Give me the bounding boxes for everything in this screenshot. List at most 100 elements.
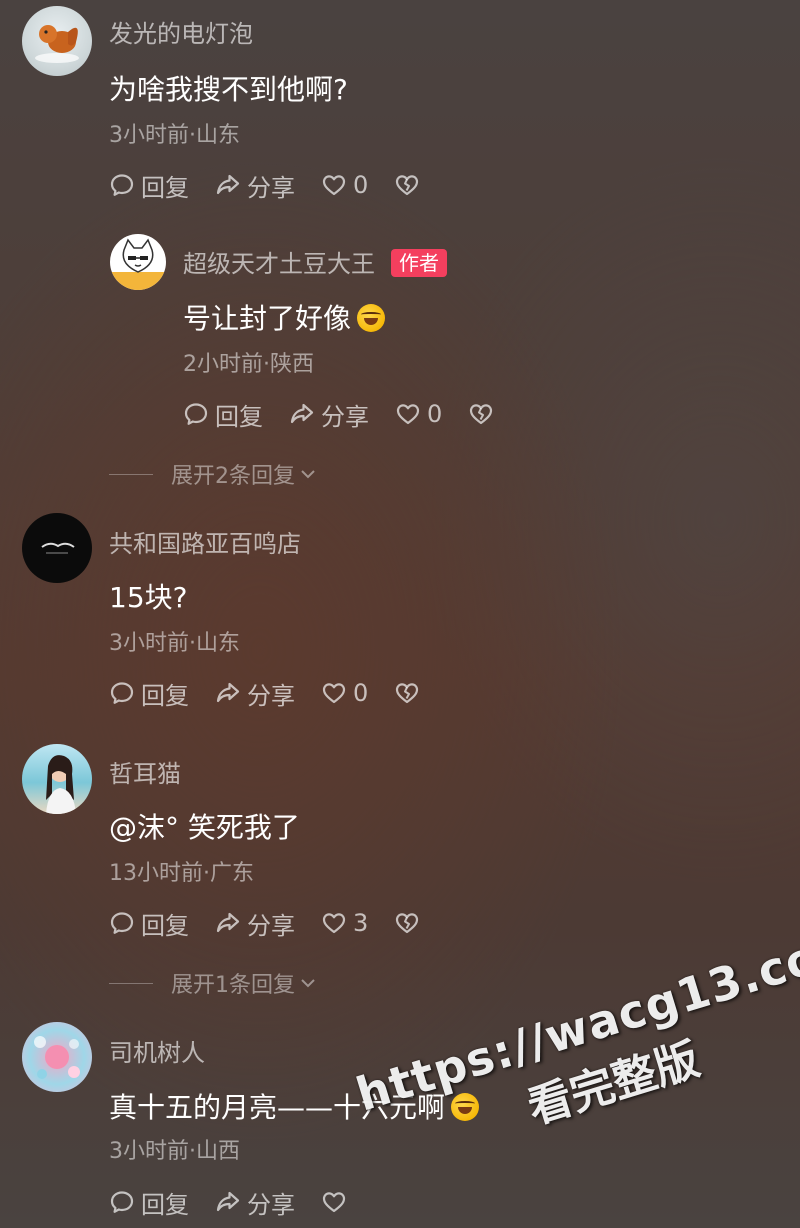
share-label: 分享 [247,173,295,202]
reply-button[interactable]: 回复 [109,676,189,711]
comment-bubble-icon [110,912,134,934]
meta-separator: · [203,861,210,886]
reply-username-text: 超级天才土豆大王 [183,250,375,278]
reply-button[interactable]: 回复 [183,397,263,432]
meta-separator: · [189,631,196,656]
avatar-squirrel-icon [35,25,79,63]
dislike-button[interactable] [394,680,420,706]
dislike-button[interactable] [394,910,420,936]
like-count: 3 [353,909,369,937]
comment-actions: 回复 分享 0 [109,676,446,711]
expand-replies-button[interactable]: 展开2条回复 [109,458,317,490]
comment-username[interactable]: 哲耳猫 [109,754,181,789]
share-arrow-icon [216,682,240,703]
comment-bubble-icon [110,1191,134,1213]
meta-separator: · [263,352,270,377]
reply-time: 2小时前 [183,352,263,377]
comment-actions: 回复 分享 [109,1185,379,1220]
reply-button[interactable]: 回复 [109,906,189,941]
share-button[interactable]: 分享 [289,397,369,432]
avatar[interactable] [22,1022,92,1092]
share-button[interactable]: 分享 [215,168,295,203]
heart-outline-icon [322,175,346,196]
share-arrow-icon [216,1191,240,1212]
like-button[interactable]: 0 [321,171,368,199]
reply-location: 陕西 [270,352,315,377]
reply-label: 回复 [141,911,189,940]
reply-text-content: 号让封了好像 [183,302,352,335]
like-count: 0 [353,679,369,707]
comment-location: 山东 [196,123,241,148]
share-label: 分享 [247,911,295,940]
expand-label: 展开1条回复 [171,973,295,998]
chevron-down-icon [301,979,315,988]
laugh-cry-emoji-icon [451,1093,480,1121]
broken-heart-icon [470,404,493,425]
comment-text: 为啥我搜不到他啊? [109,73,348,106]
comment-text-content: 真十五的月亮——十六元啊 [109,1091,446,1124]
broken-heart-icon [396,913,419,934]
like-count: 0 [427,400,443,428]
reply-label: 回复 [141,173,189,202]
author-badge: 作者 [391,249,447,277]
comment-meta: 13小时前·广东 [109,855,254,887]
comment-username[interactable]: 司机树人 [109,1033,205,1068]
comment-meta: 3小时前·山西 [109,1133,240,1165]
comment-time: 3小时前 [109,123,189,148]
reply-meta: 2小时前·陕西 [183,346,314,378]
expand-replies-button[interactable]: 展开1条回复 [109,967,317,999]
comment-location: 广东 [210,861,255,886]
dislike-button[interactable] [394,172,420,198]
expand-divider [109,473,153,475]
comment-text: @沫° 笑死我了 [109,811,300,844]
reply-label: 回复 [141,681,189,710]
comment-text: 15块? [109,581,188,614]
heart-outline-icon [322,683,346,704]
comment-actions: 回复 分享 0 [109,168,446,203]
reply-username[interactable]: 超级天才土豆大王 作者 [183,244,447,279]
reply-button[interactable]: 回复 [109,168,189,203]
comment-location: 山东 [196,631,241,656]
comment-meta: 3小时前·山东 [109,625,240,657]
share-button[interactable]: 分享 [215,676,295,711]
comment-time: 3小时前 [109,1139,189,1164]
reply-actions: 回复 分享 0 [183,397,520,432]
like-count: 0 [353,171,369,199]
avatar[interactable] [22,6,92,76]
comment-actions: 回复 分享 3 [109,906,446,941]
avatar-cat-icon [110,238,166,290]
avatar[interactable] [22,744,92,814]
comment-location: 山西 [196,1139,241,1164]
share-label: 分享 [247,1190,295,1219]
like-button[interactable]: 3 [321,909,368,937]
reply-label: 回复 [141,1190,189,1219]
like-button[interactable]: 0 [395,400,442,428]
watermark: https://wacg13.com 看完整版 [350,915,800,1183]
share-arrow-icon [216,912,240,933]
like-button[interactable] [321,1189,353,1215]
comment-meta: 3小时前·山东 [109,117,240,149]
comment-username[interactable]: 发光的电灯泡 [109,14,253,49]
share-button[interactable]: 分享 [215,1185,295,1220]
comment-time: 13小时前 [109,861,203,886]
share-button[interactable]: 分享 [215,906,295,941]
chevron-down-icon [301,470,315,479]
comment-bubble-icon [110,682,134,704]
reply-button[interactable]: 回复 [109,1185,189,1220]
expand-divider [109,982,153,984]
avatar[interactable] [110,234,166,290]
comment-bubble-icon [184,403,208,425]
meta-separator: · [189,123,196,148]
avatar-portrait-icon [46,755,76,814]
like-button[interactable]: 0 [321,679,368,707]
meta-separator: · [189,1139,196,1164]
broken-heart-icon [396,683,419,704]
heart-outline-icon [396,404,420,425]
comment-bubble-icon [110,174,134,196]
heart-outline-icon [322,1192,346,1213]
avatar[interactable] [22,513,92,583]
comment-username[interactable]: 共和国路亚百鸣店 [109,524,301,559]
avatar-pattern-icon [34,1036,80,1079]
avatar-logo-icon [41,542,75,554]
dislike-button[interactable] [468,401,494,427]
